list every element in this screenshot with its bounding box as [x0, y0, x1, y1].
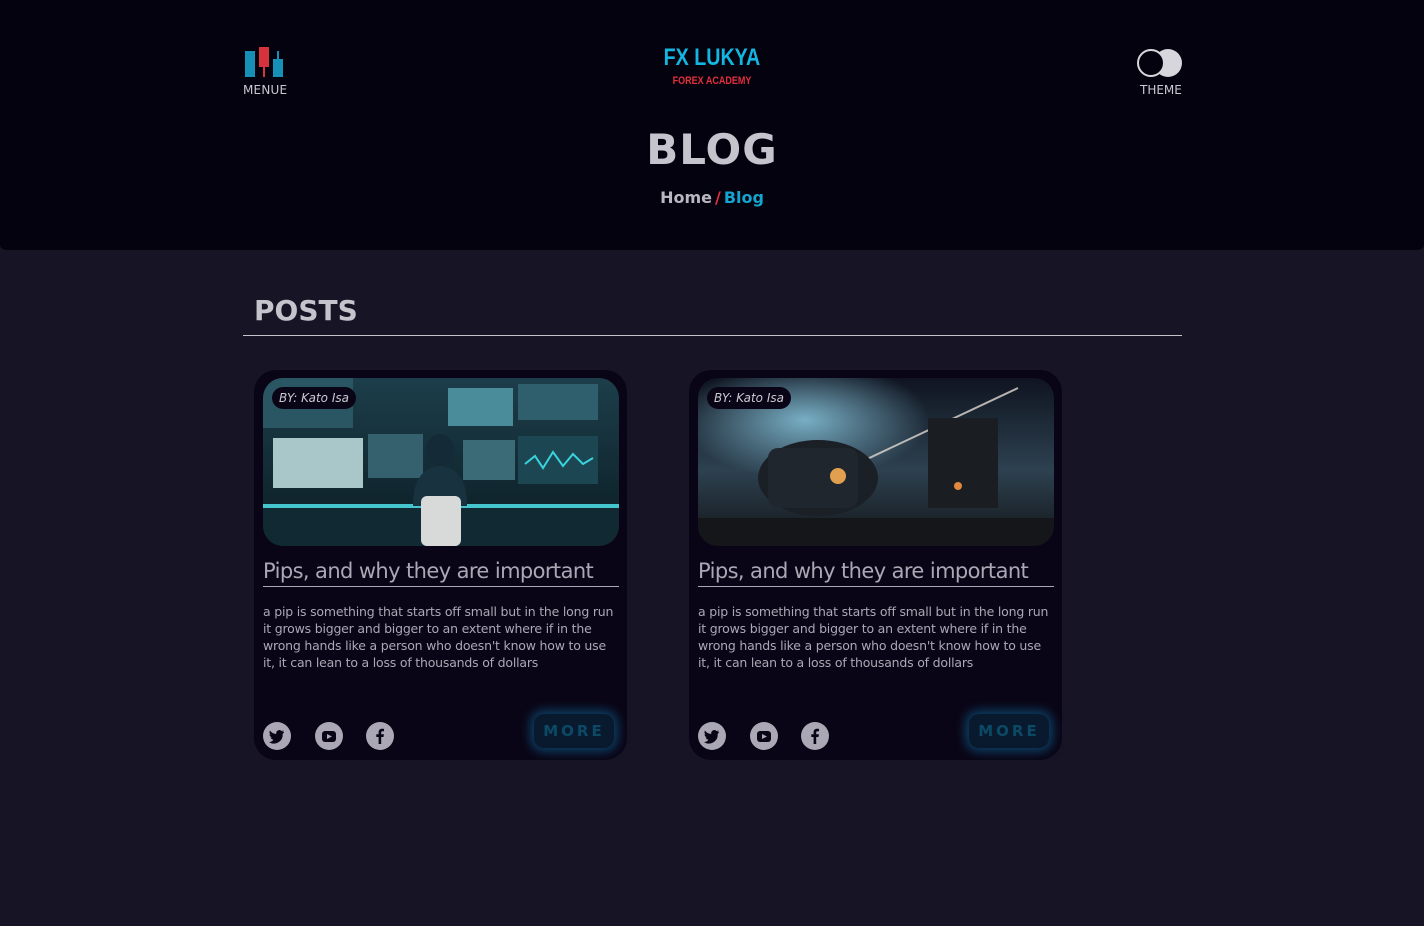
logo-subtitle: FOREX ACADEMY [672, 75, 752, 87]
post-card: BY: Kato Isa Pips, and why they are impo… [689, 370, 1062, 760]
site-header: MENUE FX LUKYA FOREX ACADEMY THEME BLOG … [0, 0, 1424, 250]
space-station-image[interactable]: BY: Kato Isa [698, 378, 1054, 546]
post-author: BY: Kato Isa [272, 387, 356, 409]
post-excerpt: a pip is something that starts off small… [698, 604, 1049, 670]
twitter-icon[interactable] [263, 722, 291, 750]
trader-workstation-image[interactable]: BY: Kato Isa [263, 378, 619, 546]
post-excerpt: a pip is something that starts off small… [263, 604, 614, 670]
post-title[interactable]: Pips, and why they are important [698, 558, 1054, 587]
breadcrumb-separator: / [714, 188, 721, 207]
facebook-icon[interactable] [366, 722, 394, 750]
more-button[interactable]: MORE [969, 714, 1049, 748]
breadcrumb-home-link[interactable]: Home [660, 188, 712, 207]
youtube-icon[interactable] [315, 722, 343, 750]
theme-toggle-button[interactable]: THEME [1134, 46, 1186, 98]
post-card: BY: Kato Isa Pips, and why they are impo… [254, 370, 627, 760]
theme-label: THEME [1140, 83, 1182, 97]
breadcrumb-current[interactable]: Blog [724, 188, 764, 207]
facebook-icon[interactable] [801, 722, 829, 750]
posts-heading: POSTS [254, 294, 358, 327]
breadcrumb: Home / Blog [0, 188, 1424, 208]
post-author: BY: Kato Isa [707, 387, 791, 409]
site-logo[interactable]: FX LUKYA FOREX ACADEMY [0, 44, 1424, 88]
theme-toggle-icon [1137, 48, 1182, 77]
twitter-icon[interactable] [698, 722, 726, 750]
posts-divider [243, 335, 1182, 336]
logo-title: FX LUKYA [663, 44, 761, 71]
youtube-icon[interactable] [750, 722, 778, 750]
page-title: BLOG [646, 125, 778, 174]
post-title[interactable]: Pips, and why they are important [263, 558, 619, 587]
more-button[interactable]: MORE [534, 714, 614, 748]
